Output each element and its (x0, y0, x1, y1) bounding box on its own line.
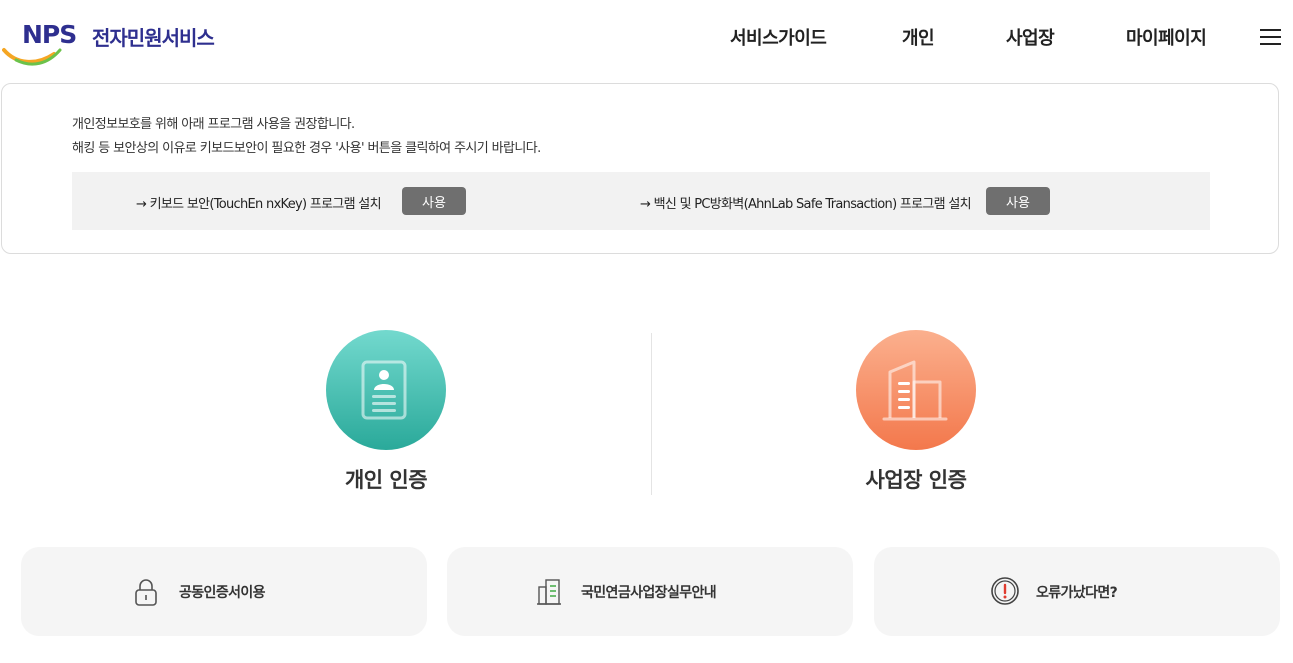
quick-link-certificate[interactable]: 공동인증서이용 (21, 547, 427, 636)
keyboard-security-label: → 키보드 보안(TouchEn nxKey) 프로그램 설치 (136, 197, 382, 212)
keyboard-security-use-button[interactable]: 사용 (402, 187, 466, 215)
nps-logo-mark: NPS (2, 18, 88, 66)
quick-link-error-help[interactable]: 오류가났다면? (874, 547, 1280, 636)
hamburger-icon[interactable] (1260, 29, 1281, 46)
program-install-box: → 키보드 보안(TouchEn nxKey) 프로그램 설치 사용 → 백신 … (72, 172, 1210, 230)
personal-auth-label: 개인 인증 (344, 468, 428, 492)
auth-divider (651, 333, 652, 495)
antivirus-use-button[interactable]: 사용 (986, 187, 1050, 215)
warning-icon (991, 577, 1019, 605)
notice-text-line1: 개인정보보호를 위해 아래 프로그램 사용을 권장합니다. (72, 117, 355, 132)
antivirus-label: → 백신 및 PC방화벽(AhnLab Safe Transaction) 프로… (640, 197, 972, 212)
nav-service-guide[interactable]: 서비스가이드 (730, 24, 827, 52)
header: NPS 전자민원서비스 서비스가이드 개인 사업장 마이페이지 (0, 0, 1293, 78)
business-auth-card[interactable]: 사업장 인증 (796, 330, 1036, 500)
notice-text-line2: 해킹 등 보안상의 이유로 키보드보안이 필요한 경우 '사용' 버튼을 클릭하… (72, 141, 541, 156)
site-logo[interactable]: NPS 전자민원서비스 (2, 18, 232, 66)
personal-auth-card[interactable]: 개인 인증 (266, 330, 506, 500)
lock-icon (135, 579, 157, 606)
nav-business[interactable]: 사업장 (1006, 24, 1055, 52)
document-icon (537, 579, 561, 605)
quick-link-business-guide[interactable]: 국민연금사업장실무안내 (447, 547, 853, 636)
building-icon (882, 360, 948, 421)
business-auth-circle (856, 330, 976, 450)
security-notice: 개인정보보호를 위해 아래 프로그램 사용을 권장합니다. 해킹 등 보안상의 … (1, 83, 1279, 254)
nav-personal[interactable]: 개인 (902, 24, 935, 52)
business-auth-label: 사업장 인증 (865, 468, 967, 492)
logo-service-name: 전자민원서비스 (92, 25, 215, 50)
quick-link-error-help-label: 오류가났다면? (1036, 585, 1118, 601)
logo-nps-text: NPS (22, 20, 77, 49)
quick-link-business-guide-label: 국민연금사업장실무안내 (581, 585, 717, 601)
nav-mypage[interactable]: 마이페이지 (1126, 24, 1207, 52)
id-card-icon (361, 360, 407, 420)
quick-link-certificate-label: 공동인증서이용 (179, 585, 266, 601)
personal-auth-circle (326, 330, 446, 450)
